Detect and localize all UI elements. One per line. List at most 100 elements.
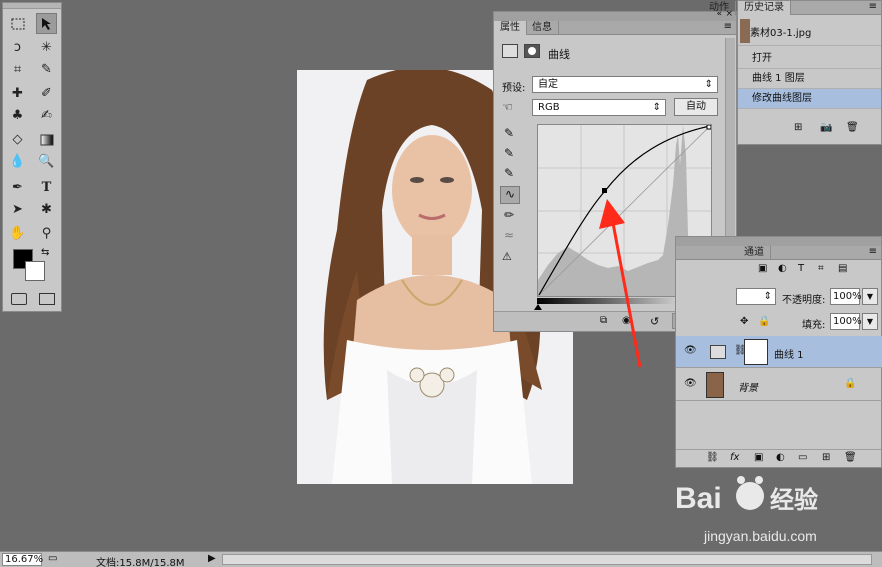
status-info-icon[interactable]: ▭ [48,553,57,564]
fill-value: 100% [833,316,862,327]
zoom-level[interactable]: 16.67% [2,553,43,566]
lasso-tool-icon[interactable]: ↄ [7,37,28,58]
layer-row[interactable]: 👁 ⛓ 曲线 1 [676,336,882,368]
visibility-eye-icon[interactable]: 👁 [684,378,697,389]
brush-tool-icon[interactable]: ✐ [36,83,57,104]
history-footer: ⊞ 📷 🗑 [738,122,881,136]
type-tool-icon[interactable]: T [36,177,57,198]
blend-mode-select[interactable]: ⇕ [736,288,776,305]
move-tool-icon[interactable] [36,13,57,34]
history-item-selected[interactable]: 修改曲线图层 [738,89,881,109]
visibility-eye-icon[interactable]: 👁 [684,345,697,356]
eraser-tool-icon[interactable]: ◇ [7,129,28,150]
layers-panel: 通道 ≡ ▣ ◐ T ⌗ ▤ ⇕ 不透明度: 100% ▼ ✥ 🔒 填充: 10… [675,236,882,468]
layers-collapse-bar[interactable] [676,237,881,246]
blur-tool-icon[interactable]: 💧 [7,151,28,172]
curves-layer-icon [710,345,726,359]
lock-pixels-icon[interactable]: ✥ [740,316,748,327]
history-panel: 动作 历史记录 ≡ 素材03-1.jpg 打开 曲线 1 图层 修改曲线图层 ⊞… [709,0,882,145]
path-select-tool-icon[interactable]: ➤ [7,199,28,220]
background-color-swatch[interactable] [25,261,45,281]
history-item[interactable]: 曲线 1 图层 [738,69,881,89]
filter-shape-icon[interactable]: ⌗ [818,263,824,274]
link-layers-icon[interactable]: ⛓ [706,452,719,463]
marquee-tool-icon[interactable] [7,13,28,34]
new-layer-icon[interactable]: ⊞ [822,452,830,463]
annotation-arrow [599,199,642,368]
properties-collapse-bar[interactable]: «× [494,9,736,21]
add-mask-icon[interactable]: ▣ [754,452,763,463]
tools-grip[interactable] [3,3,61,9]
healing-brush-tool-icon[interactable]: ✚ [7,83,28,104]
lock-all-icon[interactable]: 🔒 [758,316,770,327]
history-item[interactable]: 打开 [738,49,881,69]
pen-tool-icon[interactable]: ✒ [7,177,28,198]
horizontal-scrollbar[interactable] [222,554,872,565]
magic-wand-tool-icon[interactable]: ✳ [36,37,57,58]
new-adjustment-icon[interactable]: ◐ [776,452,785,463]
new-document-icon[interactable]: ⊞ [794,122,802,133]
watermark-url: jingyan.baidu.com [704,528,817,544]
swap-colors-icon[interactable]: ⇆ [41,247,49,258]
gradient-tool-icon[interactable] [36,129,57,150]
layer-name[interactable]: 曲线 1 [774,346,804,361]
clipping-warning-icon[interactable]: ⚠ [502,250,512,263]
status-bar: 16.67% ▭ 文档:15.8M/15.8M ▶ [0,551,882,567]
fx-icon[interactable]: fx [730,452,739,463]
preset-select[interactable]: 自定 ⇕ [532,76,718,93]
clone-stamp-tool-icon[interactable]: ♣ [7,105,28,126]
panel-menu-icon[interactable]: ≡ [869,1,877,12]
opacity-dropdown-icon[interactable]: ▼ [862,288,878,305]
fill-label: 填充: [802,320,826,331]
delete-icon[interactable]: 🗑 [844,452,857,463]
crop-tool-icon[interactable]: ⌗ [7,59,28,80]
tab-properties[interactable]: 属性 [494,21,527,35]
smooth-curve-icon[interactable]: ≈ [504,228,514,242]
black-input-slider[interactable] [534,304,542,310]
layer-row[interactable]: 👁 背景 🔒 [676,369,882,401]
dodge-tool-icon[interactable]: 🔍 [36,151,57,172]
fill-input[interactable]: 100% [830,313,862,330]
target-adjust-hand-icon[interactable]: ☜ [502,100,513,114]
tab-actions[interactable]: 动作 [703,1,736,15]
tab-channels[interactable]: 通道 [738,246,771,260]
layer-name[interactable]: 背景 [738,379,758,394]
eyedropper-tool-icon[interactable]: ✎ [36,59,57,80]
history-tabbar: 动作 历史记录 ≡ [709,1,881,15]
sample-gray-eyedropper-icon[interactable]: ✎ [504,146,514,160]
chevron-updown-icon: ⇕ [763,291,772,302]
panel-menu-icon[interactable]: ≡ [869,246,877,257]
sample-black-eyedropper-icon[interactable]: ✎ [504,126,514,140]
new-group-icon[interactable]: ▭ [798,452,807,463]
tab-history[interactable]: 历史记录 [738,1,791,15]
delete-icon[interactable]: 🗑 [846,122,859,133]
snapshot-row[interactable]: 素材03-1.jpg [738,16,881,46]
channel-select[interactable]: RGB ⇕ [532,99,666,116]
filter-type-icon[interactable]: T [798,263,804,274]
adjustment-title: 曲线 [548,48,570,61]
history-brush-tool-icon[interactable]: ✍ [36,105,57,126]
edit-points-curve-icon[interactable]: ∿ [500,186,520,204]
filter-smart-icon[interactable]: ▤ [838,263,847,274]
hand-tool-icon[interactable]: ✋ [7,223,28,244]
svg-text:Bai: Bai [675,482,722,515]
auto-button[interactable]: 自动 [674,98,718,116]
opacity-input[interactable]: 100% [830,288,862,305]
history-item-label: 修改曲线图层 [752,93,812,104]
mask-icon[interactable] [524,44,540,58]
status-arrow-icon[interactable]: ▶ [208,553,216,564]
filter-adjust-icon[interactable]: ◐ [778,263,787,274]
zoom-tool-icon[interactable]: ⚲ [36,223,57,244]
filter-image-icon[interactable]: ▣ [758,263,767,274]
tab-info[interactable]: 信息 [526,21,559,35]
snapshot-camera-icon[interactable]: 📷 [820,122,832,133]
sample-white-eyedropper-icon[interactable]: ✎ [504,166,514,180]
shape-tool-icon[interactable]: ✱ [36,199,57,220]
fill-dropdown-icon[interactable]: ▼ [862,313,878,330]
panel-menu-icon[interactable]: ≡ [724,21,732,32]
properties-tabbar: 属性 信息 ≡ [494,21,736,35]
screen-mode-icon[interactable] [39,293,55,305]
pencil-draw-icon[interactable]: ✏ [504,208,514,222]
quick-mask-icon[interactable] [11,293,27,305]
layer-mask-thumbnail[interactable] [744,339,768,365]
